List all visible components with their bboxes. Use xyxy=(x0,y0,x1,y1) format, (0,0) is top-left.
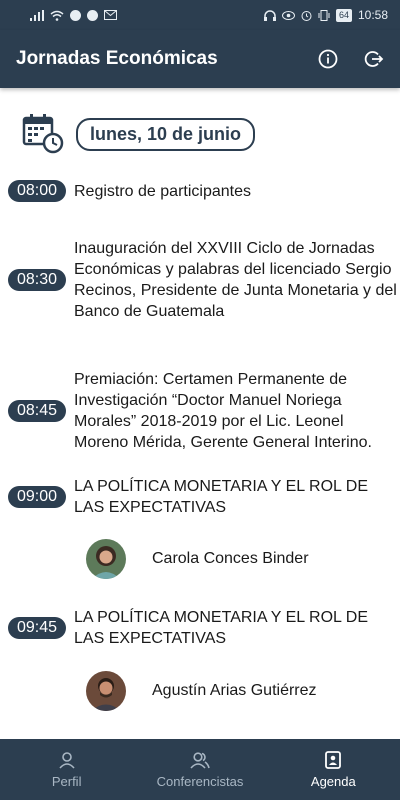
nav-agenda[interactable]: Agenda xyxy=(267,739,400,800)
nav-label: Agenda xyxy=(310,773,356,789)
mail-icon xyxy=(104,10,117,20)
nav-perfil[interactable]: Perfil xyxy=(0,739,133,800)
app-bar: Jornadas Económicas xyxy=(0,30,400,88)
event-title: LA POLÍTICA MONETARIA Y EL ROL DE LAS EX… xyxy=(74,609,369,647)
people-icon xyxy=(190,751,210,769)
bottom-navigation: Perfil Conferencistas Agenda xyxy=(0,739,400,800)
messenger-icon xyxy=(87,9,98,21)
time-badge: 08:00 xyxy=(8,180,66,202)
nav-conferencistas[interactable]: Conferencistas xyxy=(133,739,266,800)
info-button[interactable] xyxy=(318,49,338,69)
agenda-item[interactable]: 09:45 LA POLÍTICA MONETARIA Y EL ROL DE … xyxy=(8,607,400,649)
calendar-clock-icon xyxy=(22,114,64,154)
event-title: Inauguración del XXVIII Ciclo de Jornada… xyxy=(74,240,397,320)
event-title: Premiación: Certamen Permanente de Inves… xyxy=(74,371,372,451)
time-badge: 09:00 xyxy=(8,486,66,508)
status-icons-left xyxy=(30,9,117,21)
nav-label: Conferencistas xyxy=(156,773,244,789)
speaker-avatar xyxy=(86,671,126,711)
date-selector[interactable]: lunes, 10 de junio xyxy=(76,117,256,151)
speaker-row[interactable]: Agustín Arias Gutiérrez xyxy=(86,671,317,711)
battery-indicator: 64 xyxy=(335,8,352,22)
speaker-name: Agustín Arias Gutiérrez xyxy=(152,682,317,699)
logout-button[interactable] xyxy=(364,49,384,69)
vibrate-icon xyxy=(318,9,330,21)
app-title: Jornadas Económicas xyxy=(16,48,218,69)
info-icon xyxy=(318,49,338,69)
app-actions xyxy=(318,49,384,69)
agenda-item[interactable]: 08:00 Registro de participantes xyxy=(8,180,400,202)
agenda-content[interactable]: lunes, 10 de junio 08:00 Registro de par… xyxy=(0,88,400,739)
signal-icon xyxy=(30,9,44,21)
spotify-icon xyxy=(70,9,81,21)
agenda-icon xyxy=(325,750,342,769)
logout-icon xyxy=(364,51,384,67)
time-badge: 08:45 xyxy=(8,400,66,422)
date-row: lunes, 10 de junio xyxy=(22,114,256,154)
person-icon xyxy=(59,751,75,769)
agenda-item[interactable]: 08:30 Inauguración del XXVIII Ciclo de J… xyxy=(8,238,400,322)
speaker-name: Carola Conces Binder xyxy=(152,550,309,567)
headphones-icon xyxy=(263,9,276,21)
wifi-icon xyxy=(50,10,64,21)
agenda-item[interactable]: 08:45 Premiación: Certamen Permanente de… xyxy=(8,369,400,453)
time-badge: 09:45 xyxy=(8,617,66,639)
alarm-icon xyxy=(301,10,312,21)
nav-label: Perfil xyxy=(51,773,82,789)
event-title: LA POLÍTICA MONETARIA Y EL ROL DE LAS EX… xyxy=(74,478,369,516)
speaker-avatar xyxy=(86,539,126,579)
status-icons-right: 64 10:58 xyxy=(263,8,388,22)
agenda-item[interactable]: 09:00 LA POLÍTICA MONETARIA Y EL ROL DE … xyxy=(8,476,400,518)
clock: 10:58 xyxy=(357,8,388,22)
status-bar: 64 10:58 xyxy=(0,0,400,30)
eye-icon xyxy=(281,10,295,20)
event-title: Registro de participantes xyxy=(74,182,251,200)
time-badge: 08:30 xyxy=(8,269,66,291)
speaker-row[interactable]: Carola Conces Binder xyxy=(86,539,309,579)
